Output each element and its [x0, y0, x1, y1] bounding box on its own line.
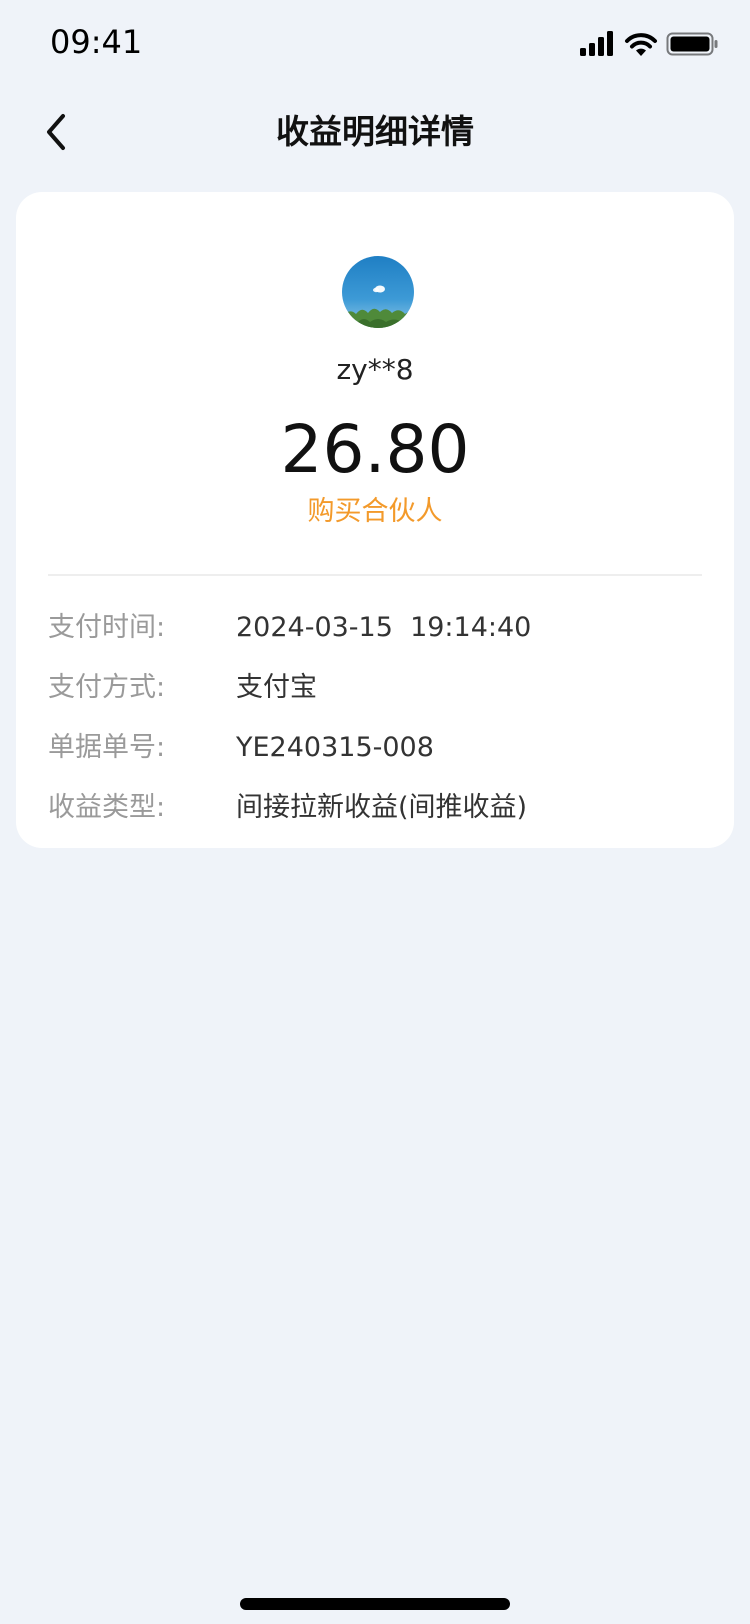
- cellular-signal-icon: [580, 31, 613, 56]
- detail-row-income-type: 收益类型: 间接拉新收益(间推收益): [16, 780, 734, 840]
- detail-row-payment-method: 支付方式: 支付宝: [16, 660, 734, 720]
- page-title: 收益明细详情: [276, 112, 474, 151]
- divider: [48, 574, 702, 576]
- detail-row-order-number: 单据单号: YE240315-008: [16, 720, 734, 780]
- detail-label: 支付方式:: [48, 672, 166, 703]
- detail-value: 支付宝: [236, 672, 317, 703]
- detail-row-payment-time: 支付时间: 2024-03-15 19:14:40: [16, 600, 734, 660]
- detail-label: 收益类型:: [48, 792, 166, 823]
- income-detail-card: zy**8 26.80 购买合伙人 支付时间: 2024-03-15 19:14…: [16, 192, 734, 848]
- detail-label: 支付时间:: [48, 612, 166, 643]
- detail-label: 单据单号:: [48, 732, 166, 763]
- income-amount: 26.80: [280, 411, 470, 488]
- detail-value: YE240315-008: [236, 732, 434, 763]
- detail-value: 2024-03-15 19:14:40: [236, 612, 532, 643]
- detail-value: 间接拉新收益(间推收益): [236, 792, 528, 823]
- home-indicator[interactable]: [240, 1598, 510, 1610]
- nav-bar: 收益明细详情: [0, 92, 750, 172]
- status-icons: [580, 30, 722, 62]
- wifi-icon: [625, 33, 657, 56]
- status-time: 09:41: [50, 23, 143, 61]
- detail-list: 支付时间: 2024-03-15 19:14:40 支付方式: 支付宝 单据单号…: [16, 600, 734, 840]
- username: zy**8: [336, 353, 414, 386]
- battery-icon: [666, 32, 718, 56]
- avatar: [342, 256, 414, 328]
- avatar-image: [342, 256, 414, 328]
- status-bar: 09:41: [0, 0, 750, 88]
- income-source-label: 购买合伙人: [307, 496, 443, 527]
